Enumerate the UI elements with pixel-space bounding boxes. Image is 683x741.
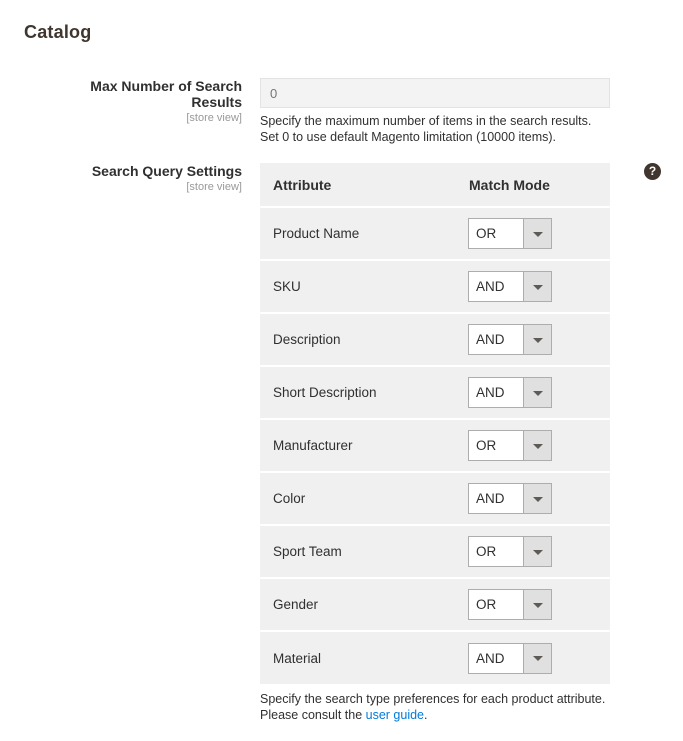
cell-attribute-name: Manufacturer xyxy=(260,419,456,472)
chevron-down-icon[interactable] xyxy=(523,484,551,513)
match-mode-select[interactable]: OR xyxy=(468,536,552,567)
match-mode-select[interactable]: OR xyxy=(468,589,552,620)
max-results-note: Specify the maximum number of items in t… xyxy=(260,114,610,145)
cell-match-mode: AND xyxy=(456,260,610,313)
max-results-control: Specify the maximum number of items in t… xyxy=(252,78,656,145)
search-query-label: Search Query Settings xyxy=(56,163,242,179)
match-mode-select[interactable]: OR xyxy=(468,430,552,461)
table-row: Gender OR xyxy=(260,578,610,631)
chevron-down-icon[interactable] xyxy=(523,590,551,619)
cell-match-mode: OR xyxy=(456,525,610,578)
cell-match-mode: AND xyxy=(456,313,610,366)
column-header-match-mode: Match Mode xyxy=(456,163,610,207)
chevron-down-icon[interactable] xyxy=(523,272,551,301)
cell-match-mode: OR xyxy=(456,578,610,631)
cell-attribute-name: Product Name xyxy=(260,207,456,260)
match-mode-select[interactable]: AND xyxy=(468,643,552,674)
table-row: Sport Team OR xyxy=(260,525,610,578)
chevron-down-icon[interactable] xyxy=(523,325,551,354)
match-mode-select[interactable]: AND xyxy=(468,483,552,514)
match-mode-select[interactable]: AND xyxy=(468,377,552,408)
catalog-settings-page: Catalog Max Number of Search Results [st… xyxy=(0,0,683,741)
cell-match-mode: AND xyxy=(456,472,610,525)
search-query-settings-table: Attribute Match Mode Product Name OR SKU AN… xyxy=(260,163,610,684)
cell-attribute-name: Sport Team xyxy=(260,525,456,578)
cell-match-mode: OR xyxy=(456,419,610,472)
table-row: Short Description AND xyxy=(260,366,610,419)
cell-attribute-name: Material xyxy=(260,631,456,684)
chevron-down-icon[interactable] xyxy=(523,219,551,248)
table-row: SKU AND xyxy=(260,260,610,313)
chevron-down-icon[interactable] xyxy=(523,644,551,673)
search-query-scope: [store view] xyxy=(56,180,242,194)
table-row: Material AND xyxy=(260,631,610,684)
chevron-down-icon[interactable] xyxy=(523,431,551,460)
search-query-note-text: Specify the search type preferences for … xyxy=(260,692,605,722)
search-query-note: Specify the search type preferences for … xyxy=(260,692,610,723)
cell-match-mode: AND xyxy=(456,631,610,684)
table-row: Product Name OR xyxy=(260,207,610,260)
search-query-control: Attribute Match Mode Product Name OR SKU AN… xyxy=(252,163,656,723)
cell-attribute-name: Color xyxy=(260,472,456,525)
table-row: Description AND xyxy=(260,313,610,366)
max-results-label: Max Number of Search Results xyxy=(56,78,242,110)
cell-attribute-name: Description xyxy=(260,313,456,366)
max-results-scope: [store view] xyxy=(56,111,242,125)
field-max-number-of-search-results: Max Number of Search Results [store view… xyxy=(56,78,656,145)
match-mode-select[interactable]: OR xyxy=(468,218,552,249)
cell-attribute-name: Short Description xyxy=(260,366,456,419)
table-row: Manufacturer OR xyxy=(260,419,610,472)
cell-attribute-name: SKU xyxy=(260,260,456,313)
table-head: Attribute Match Mode xyxy=(260,163,610,207)
max-results-label-group: Max Number of Search Results [store view… xyxy=(56,78,252,125)
max-results-input[interactable] xyxy=(260,78,610,108)
cell-match-mode: AND xyxy=(456,366,610,419)
table-row: Color AND xyxy=(260,472,610,525)
match-mode-select[interactable]: AND xyxy=(468,324,552,355)
field-search-query-settings: Search Query Settings [store view] Attri… xyxy=(56,163,656,723)
user-guide-link[interactable]: user guide xyxy=(366,708,424,722)
cell-match-mode: OR xyxy=(456,207,610,260)
page-title: Catalog xyxy=(24,22,91,43)
table-body: Product NameORSKUANDDescriptionANDShort … xyxy=(260,207,610,684)
cell-attribute-name: Gender xyxy=(260,578,456,631)
search-query-label-group: Search Query Settings [store view] xyxy=(56,163,252,194)
table-header-row: Attribute Match Mode xyxy=(260,163,610,207)
chevron-down-icon[interactable] xyxy=(523,378,551,407)
search-query-note-suffix: . xyxy=(424,708,427,722)
match-mode-select[interactable]: AND xyxy=(468,271,552,302)
chevron-down-icon[interactable] xyxy=(523,537,551,566)
question-mark-icon[interactable]: ? xyxy=(644,163,661,180)
column-header-attribute: Attribute xyxy=(260,163,456,207)
